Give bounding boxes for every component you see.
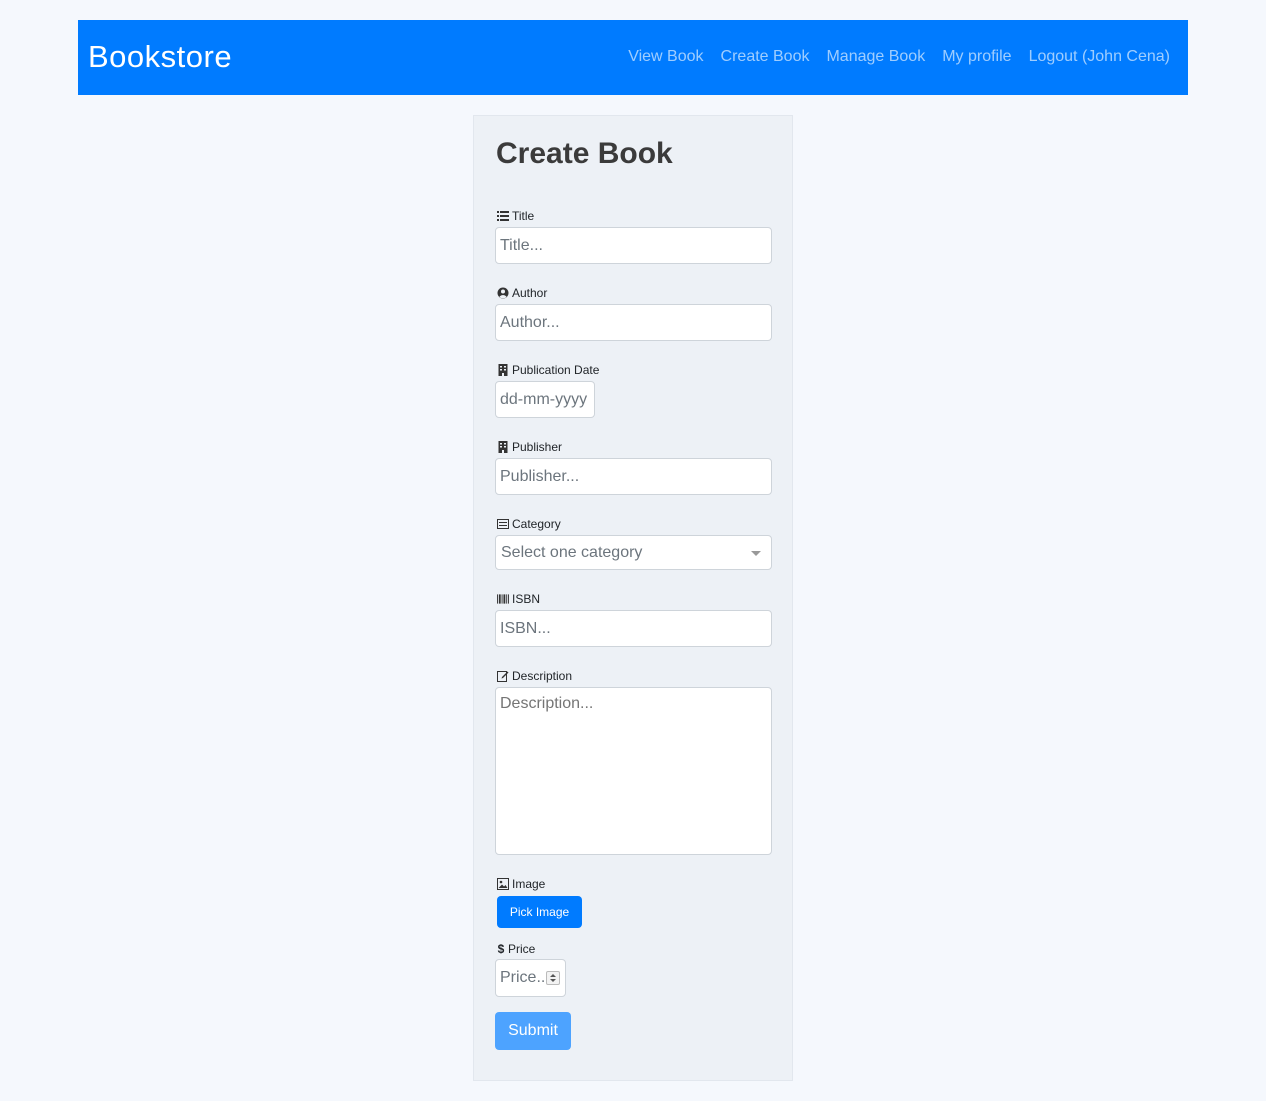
description-label: Description (497, 669, 572, 683)
title-label: Title (497, 209, 534, 223)
create-book-form: Create Book Title Author Publication Dat… (473, 115, 793, 1081)
isbn-label: ISBN (497, 592, 540, 606)
publication-date-input[interactable]: dd-mm-yyyy (495, 381, 595, 418)
title-input[interactable] (495, 227, 772, 264)
nav-link-logout[interactable]: Logout (John Cena) (1029, 48, 1170, 66)
edit-icon (497, 670, 509, 682)
nav-link-manage-book[interactable]: Manage Book (826, 48, 925, 66)
spinner-down-icon[interactable] (550, 979, 556, 982)
user-circle-icon (497, 287, 509, 299)
publication-date-label: Publication Date (497, 363, 599, 377)
price-label: $ Price (497, 942, 536, 956)
navbar: Bookstore View Book Create Book Manage B… (78, 20, 1188, 95)
chevron-down-icon (751, 551, 761, 556)
category-label: Category (497, 517, 561, 531)
isbn-input[interactable] (495, 610, 772, 647)
barcode-icon (497, 593, 509, 605)
list-icon (497, 210, 509, 222)
building-icon (497, 441, 509, 453)
nav-link-view-book[interactable]: View Book (628, 48, 703, 66)
submit-button[interactable]: Submit (495, 1012, 571, 1050)
image-icon (497, 878, 509, 890)
nav-links: View Book Create Book Manage Book My pro… (628, 48, 1170, 66)
nav-link-create-book[interactable]: Create Book (721, 48, 810, 66)
publisher-label: Publisher (497, 440, 562, 454)
publisher-input[interactable] (495, 458, 772, 495)
author-input[interactable] (495, 304, 772, 341)
author-label: Author (497, 286, 547, 300)
nav-link-my-profile[interactable]: My profile (942, 48, 1011, 66)
form-title: Create Book (496, 137, 673, 170)
description-textarea[interactable] (495, 687, 772, 855)
building-icon (497, 364, 509, 376)
pick-image-button[interactable]: Pick Image (497, 896, 582, 928)
dollar-icon: $ (497, 942, 505, 956)
card-list-icon (497, 518, 509, 530)
category-select[interactable]: Select one category (495, 535, 772, 570)
spinner-up-icon[interactable] (550, 974, 556, 977)
price-input[interactable]: Price... (495, 959, 566, 997)
image-label: Image (497, 877, 545, 891)
number-spinner[interactable] (546, 971, 560, 985)
brand-logo[interactable]: Bookstore (88, 39, 232, 75)
